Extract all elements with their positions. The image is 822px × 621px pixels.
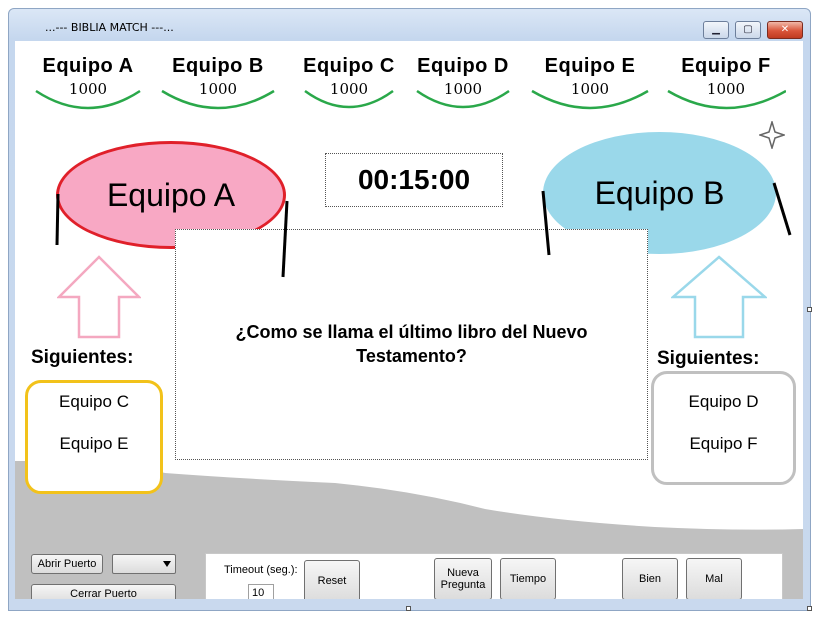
next-right-label: Siguientes: — [657, 348, 760, 369]
new-question-button[interactable]: Nueva Pregunta — [434, 558, 492, 599]
maximize-button[interactable]: ▢ — [735, 21, 761, 39]
control-panel: Timeout (seg.): 10 Reset Nueva Pregunta … — [205, 553, 783, 599]
window-title: ...--- BIBLIA MATCH ---... — [45, 21, 174, 34]
bad-button[interactable]: Mal — [686, 558, 742, 599]
next-right-list: Equipo D Equipo F — [651, 371, 796, 485]
resize-handle[interactable] — [406, 606, 411, 611]
chevron-down-icon — [163, 561, 171, 567]
list-item: Equipo F — [689, 434, 758, 453]
timeout-input[interactable]: 10 — [248, 584, 274, 599]
time-button[interactable]: Tiempo — [500, 558, 556, 599]
list-item: Equipo D — [688, 392, 759, 411]
next-left-label: Siguientes: — [31, 347, 134, 368]
new-question-line1: Nueva — [447, 567, 479, 579]
next-left-list: Equipo C Equipo E — [25, 380, 163, 494]
client-area: Equipo A 1000 Equipo B 1000 Equipo C 100… — [15, 41, 803, 599]
question-text: ¿Como se llama el último libro del Nuevo… — [235, 322, 588, 366]
resize-handle[interactable] — [807, 606, 812, 611]
arrow-up-icon — [57, 255, 141, 339]
resize-handle[interactable] — [807, 307, 812, 312]
reset-button[interactable]: Reset — [304, 560, 360, 599]
main-window: ...--- BIBLIA MATCH ---... ▁ ▢ ✕ Equipo … — [8, 8, 811, 611]
list-item: Equipo C — [59, 392, 129, 411]
new-question-line2: Pregunta — [440, 579, 486, 591]
title-bar[interactable]: ...--- BIBLIA MATCH ---... ▁ ▢ ✕ — [9, 9, 810, 41]
open-port-button[interactable]: Abrir Puerto — [31, 554, 103, 574]
timeout-label: Timeout (seg.): — [224, 564, 298, 576]
close-button[interactable]: ✕ — [767, 21, 803, 39]
list-item: Equipo E — [59, 434, 129, 453]
close-port-button[interactable]: Cerrar Puerto — [31, 584, 176, 599]
good-button[interactable]: Bien — [622, 558, 678, 599]
minimize-button[interactable]: ▁ — [703, 21, 729, 39]
arrow-up-icon — [671, 255, 767, 339]
port-select[interactable] — [112, 554, 176, 574]
